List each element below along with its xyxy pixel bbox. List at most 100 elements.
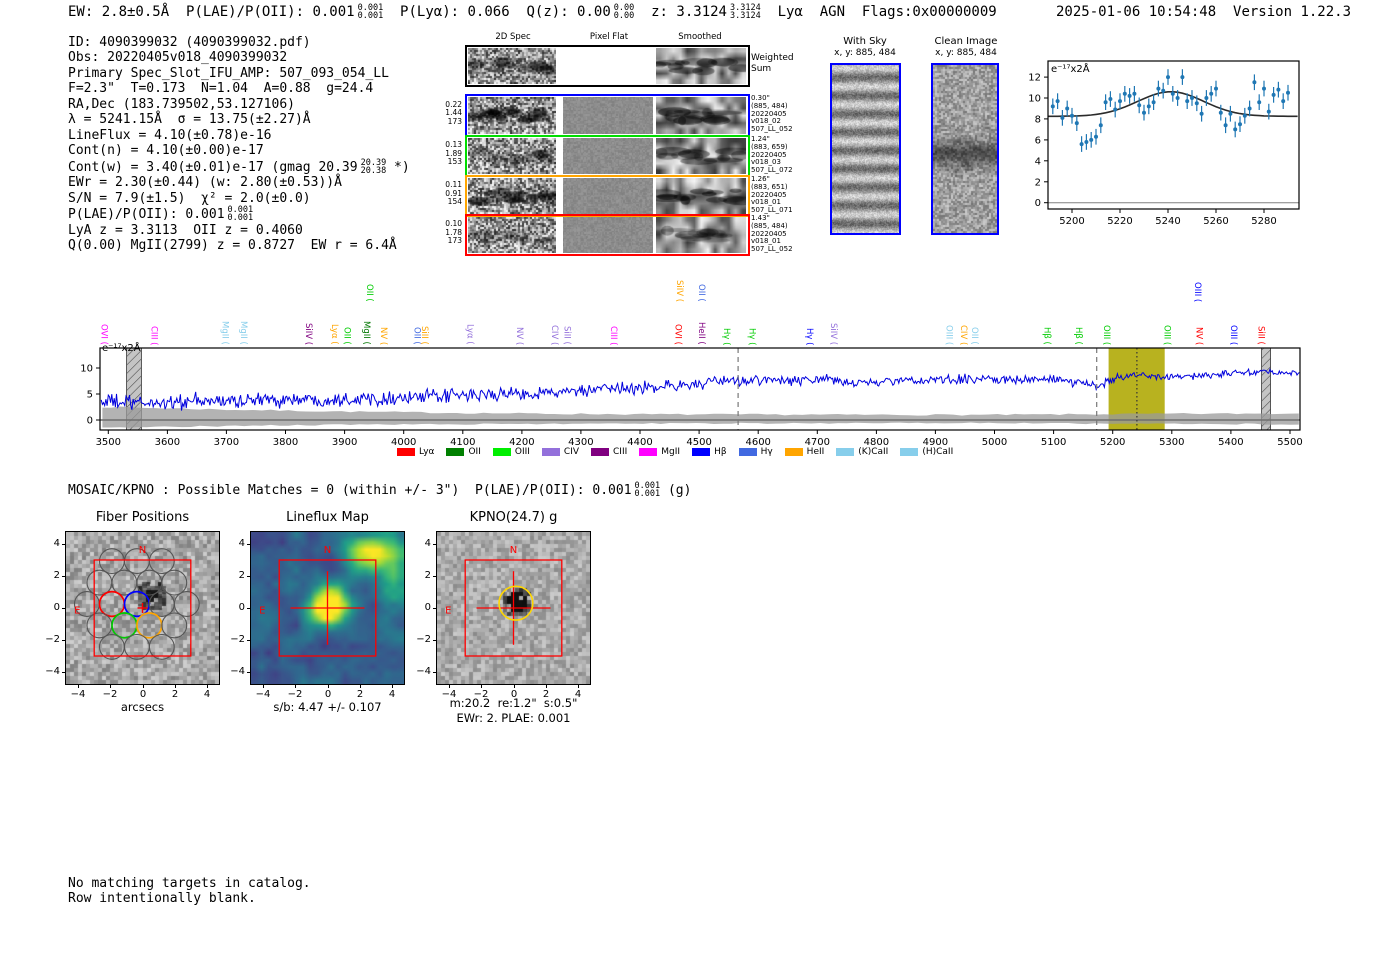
emission-line-label: HeII ( bbox=[696, 322, 707, 345]
info-line: P(LAE)/P(OII): 0.001 0.001 0.001 bbox=[68, 205, 254, 224]
legend-swatch bbox=[784, 448, 803, 456]
cutout-overlay: NE bbox=[73, 545, 200, 660]
legend-swatch bbox=[591, 448, 610, 456]
legend-swatch bbox=[900, 448, 919, 456]
stacked-uncertainty: 3.3124 3.3124 bbox=[729, 3, 761, 22]
spec2d-row-stats: 0.11 0.91 154 bbox=[445, 180, 462, 207]
stacked-uncertainty: 20.39 20.38 bbox=[360, 157, 387, 176]
legend-entry: Hβ bbox=[692, 447, 739, 457]
svg-text:E: E bbox=[445, 605, 451, 616]
legend-swatch bbox=[492, 448, 511, 456]
svg-text:5200: 5200 bbox=[1059, 216, 1084, 227]
legend-label: (H)CaII bbox=[922, 447, 954, 457]
fiber-xlabel: arcsecs bbox=[120, 700, 165, 714]
header-metric: P(LAE)/P(OII): 0.001 0.001 0.001 bbox=[186, 3, 384, 22]
spec2d-column-header: Smoothed bbox=[678, 32, 722, 42]
svg-text:3600: 3600 bbox=[155, 437, 180, 448]
legend-label: CIV bbox=[563, 447, 580, 457]
axis-tick bbox=[392, 684, 393, 688]
axis-tick bbox=[433, 608, 437, 609]
cutout-overlay: NE bbox=[259, 545, 377, 657]
emission-line-label: OII ( bbox=[969, 327, 979, 345]
svg-text:12: 12 bbox=[1028, 73, 1041, 84]
info-line: F=2.3" T=0.173 N=1.04 A=0.88 g=24.4 bbox=[68, 81, 374, 97]
legend-entry: (K)CaII bbox=[836, 447, 900, 457]
spec2d-image bbox=[468, 217, 556, 253]
zoom-spectrum-plot: 5200 5220 5240 5260 5280 0 2 4 6 8 10 12 e⁻¹⁷x2Å bbox=[1028, 60, 1300, 227]
spec2d-row-stats: 0.13 1.89 153 bbox=[445, 140, 462, 167]
spec2d-image bbox=[468, 138, 556, 174]
y-tick-label: −2 bbox=[230, 634, 245, 645]
y-tick-label: −2 bbox=[416, 634, 431, 645]
x-tick-label: −4 bbox=[255, 689, 271, 700]
header-timestamp-version: 2025-01-06 10:54:48 Version 1.22.3 bbox=[1056, 4, 1351, 20]
axis-tick bbox=[62, 608, 66, 609]
spec2d-row-meta: 1.24" (883, 659) 20220405 v018_03 507_LL_072 bbox=[751, 135, 793, 175]
emission-line-label: OIII ( bbox=[1161, 324, 1172, 345]
svg-text:E: E bbox=[74, 605, 80, 616]
y-tick-label: −4 bbox=[45, 666, 60, 677]
legend-label: Lyα bbox=[419, 447, 435, 457]
emission-line-label: Hγ ( bbox=[720, 327, 731, 345]
axis-tick bbox=[295, 684, 296, 688]
svg-text:5200: 5200 bbox=[1100, 437, 1125, 448]
header-metric: z: 3.3124 3.3124 3.3124 bbox=[651, 3, 761, 22]
info-line: RA,Dec (183.739502,53.127106) bbox=[68, 96, 295, 112]
x-tick-label: 4 bbox=[388, 689, 396, 700]
footer-note-1: No matching targets in catalog. bbox=[68, 876, 311, 891]
emission-line-label: SiII ( bbox=[419, 326, 429, 345]
axis-tick bbox=[143, 684, 144, 688]
y-tick-label: −4 bbox=[416, 666, 431, 677]
legend-entry: HeII bbox=[784, 447, 837, 457]
pixel-flat-image bbox=[563, 178, 653, 214]
cutout-title: Fiber Positions bbox=[95, 510, 190, 525]
info-line: ID: 4090399032 (4090399032.pdf) bbox=[68, 35, 311, 50]
axis-tick bbox=[514, 684, 515, 688]
stacked-uncertainty: 0.001 0.001 bbox=[357, 3, 384, 22]
axis-tick bbox=[207, 684, 208, 688]
x-tick-label: 2 bbox=[171, 689, 179, 700]
kpno-caption-2: EWr: 2. PLAE: 0.001 bbox=[456, 711, 571, 725]
legend-swatch bbox=[541, 448, 560, 456]
axis-tick bbox=[247, 576, 251, 577]
lineflux-caption: s/b: 4.47 +/- 0.107 bbox=[273, 700, 382, 714]
legend-swatch bbox=[446, 448, 465, 456]
y-tick-label: 4 bbox=[424, 538, 431, 549]
emission-line-label: OIII ( bbox=[943, 324, 954, 345]
emission-line-label: SiII ( bbox=[561, 326, 572, 345]
svg-text:5500: 5500 bbox=[1277, 437, 1302, 448]
y-tick-label: 2 bbox=[424, 570, 431, 581]
legend-entry: (H)CaII bbox=[900, 447, 965, 457]
mosaic-text: MOSAIC/KPNO : Possible Matches = 0 (with… bbox=[68, 481, 692, 500]
header-metric: Lyα AGN Flags:0x00000009 bbox=[777, 4, 1014, 21]
svg-text:4: 4 bbox=[1035, 156, 1041, 167]
axis-tick bbox=[247, 640, 251, 641]
footer-note-2: Row intentionally blank. bbox=[68, 891, 256, 906]
info-line: Primary Spec_Slot_IFU_AMP: 507_093_054_L… bbox=[68, 65, 389, 81]
x-tick-label: 2 bbox=[356, 689, 364, 700]
legend-entry: OII bbox=[446, 447, 492, 457]
svg-text:5220: 5220 bbox=[1107, 216, 1132, 227]
x-tick-label: 4 bbox=[203, 689, 211, 700]
spec2d-row-stats: 0.22 1.44 173 bbox=[445, 99, 462, 126]
info-line: EWr = 2.30(±0.44) (w: 2.80(±0.53))Å bbox=[68, 175, 342, 191]
info-line: Cont(w) = 3.40(±0.01)e-17 (gmag 20.39 20.… bbox=[68, 157, 410, 176]
stacked-uncertainty: 0.001 0.001 bbox=[227, 205, 254, 224]
x-tick-label: −4 bbox=[70, 689, 86, 700]
legend-swatch bbox=[692, 448, 711, 456]
legend-label: OII bbox=[468, 447, 481, 457]
emission-line-label: SiIV ( bbox=[827, 322, 838, 345]
pixel-flat-image bbox=[563, 217, 653, 253]
sky-panel-coords: x, y: 885, 484 bbox=[935, 48, 997, 58]
emission-line-label: OII ( bbox=[341, 327, 352, 345]
emission-line-label: Hβ ( bbox=[1073, 327, 1083, 345]
svg-text:3500: 3500 bbox=[96, 437, 121, 448]
y-tick-label: 2 bbox=[53, 570, 60, 581]
emission-line-label: CIV ( bbox=[957, 324, 968, 345]
emission-line-label: OII ( bbox=[696, 284, 707, 302]
axis-tick bbox=[433, 640, 437, 641]
spec2d-row-meta: 0.30" (885, 484) 20220405 v018_02 507_LL_052 bbox=[751, 94, 793, 134]
svg-text:5: 5 bbox=[87, 390, 93, 401]
cutout-title: Lineflux Map bbox=[286, 510, 369, 525]
axis-tick bbox=[110, 684, 111, 688]
